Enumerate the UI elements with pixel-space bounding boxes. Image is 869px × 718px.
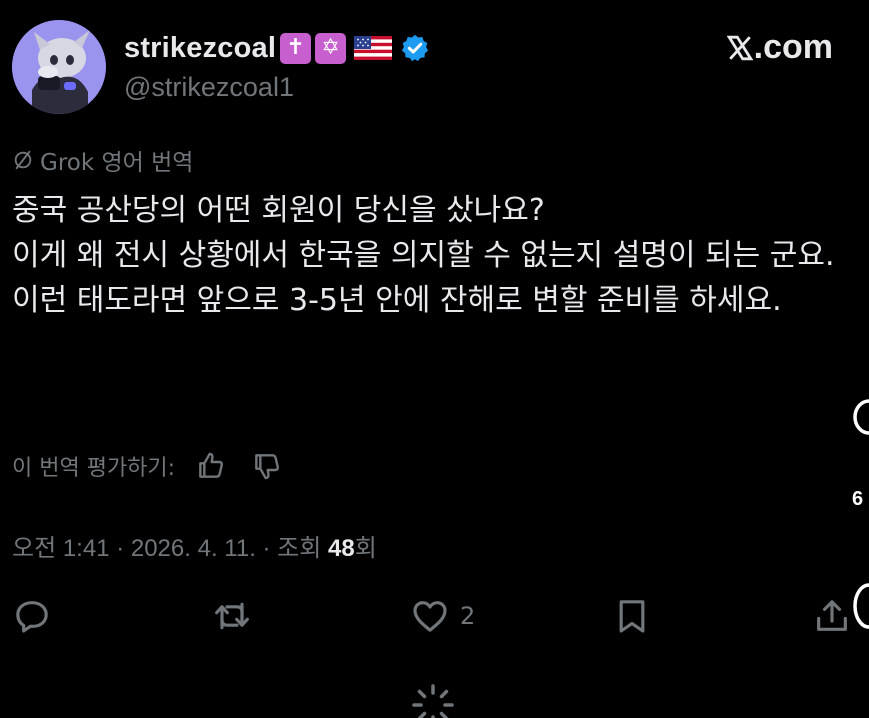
rate-translation-label: 이 번역 평가하기: bbox=[12, 456, 176, 481]
repost-icon bbox=[215, 602, 249, 630]
view-count: 48 bbox=[328, 535, 355, 562]
edge-circle-fragment-icon bbox=[853, 399, 869, 435]
rate-translation-row: 이 번역 평가하기: bbox=[12, 450, 283, 482]
bookmark-button[interactable] bbox=[612, 596, 652, 636]
thumbs-down-icon[interactable] bbox=[251, 450, 283, 482]
verified-badge-icon[interactable] bbox=[400, 33, 430, 63]
tweet-line-1: 중국 공산당의 어떤 회원이 당신을 샀나요? bbox=[12, 193, 545, 228]
author-name-row: strikezcoal ✝ ✡ bbox=[124, 28, 430, 68]
bookmark-icon bbox=[619, 600, 645, 633]
translation-label-row: Grok 영어 번역 bbox=[12, 143, 193, 177]
loading-spinner-icon bbox=[412, 684, 454, 718]
edge-circle-fragment-2-icon bbox=[853, 583, 869, 629]
reply-button[interactable] bbox=[12, 596, 52, 636]
tweet-screenshot: strikezcoal ✝ ✡ @strikezcoal1 .com Grok … bbox=[0, 0, 869, 718]
tweet-timestamp[interactable]: 오전 1:41 · 2026. 4. 11. · 조회 bbox=[12, 535, 328, 562]
share-button[interactable] bbox=[812, 596, 852, 636]
avatar-image bbox=[12, 20, 106, 114]
action-bar: 2 bbox=[0, 596, 869, 646]
user-handle[interactable]: @strikezcoal1 bbox=[124, 72, 294, 103]
reply-icon bbox=[16, 601, 48, 633]
view-suffix: 회 bbox=[354, 535, 377, 562]
x-logo-icon bbox=[726, 35, 753, 60]
share-icon bbox=[817, 600, 847, 631]
site-logo: .com bbox=[726, 28, 833, 67]
tweet-body: 중국 공산당의 어떤 회원이 당신을 샀나요? 이게 왜 전시 상황에서 한국을… bbox=[12, 188, 857, 323]
display-name[interactable]: strikezcoal bbox=[124, 32, 276, 65]
like-button[interactable]: 2 bbox=[410, 596, 475, 636]
star-of-david-emoji-icon: ✡ bbox=[315, 32, 347, 64]
translation-label: Grok 영어 번역 bbox=[40, 150, 194, 176]
heart-icon bbox=[413, 601, 447, 632]
repost-button[interactable] bbox=[212, 596, 252, 636]
grok-slash-icon bbox=[14, 150, 32, 170]
tweet-line-3: 이런 태도라면 앞으로 3-5년 안에 잔해로 변할 준비를 하세요. bbox=[12, 283, 782, 318]
avatar[interactable] bbox=[12, 20, 106, 114]
edge-count-fragment: 6 bbox=[852, 488, 864, 510]
tweet-line-2: 이게 왜 전시 상황에서 한국을 의지할 수 없는지 설명이 되는 군요. bbox=[12, 238, 835, 273]
thumbs-up-icon[interactable] bbox=[195, 450, 227, 482]
site-domain: .com bbox=[753, 28, 833, 66]
latin-cross-emoji-icon: ✝ bbox=[280, 32, 312, 64]
us-flag-icon bbox=[354, 36, 393, 60]
like-count: 2 bbox=[460, 602, 476, 630]
tweet-meta: 오전 1:41 · 2026. 4. 11. · 조회 48회 bbox=[12, 528, 377, 563]
